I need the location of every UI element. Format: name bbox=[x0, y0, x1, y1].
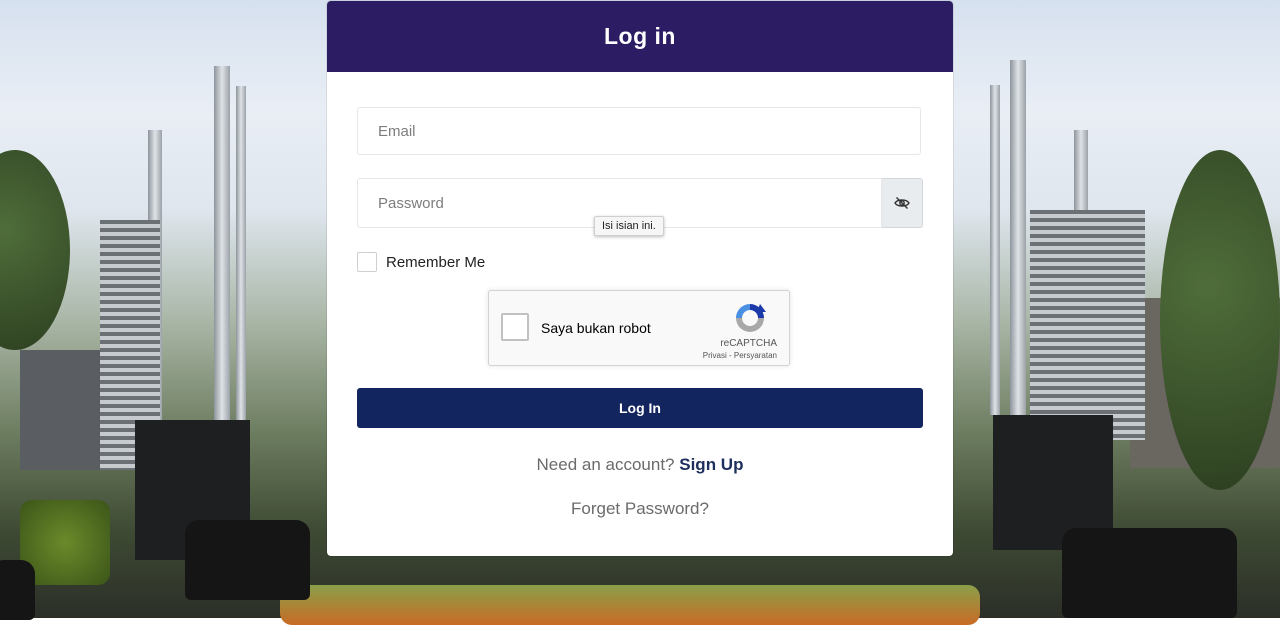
login-header: Log in bbox=[327, 1, 953, 72]
email-input[interactable] bbox=[357, 107, 921, 155]
login-card: Log in Isi isian ini. Remember Me Saya b… bbox=[327, 1, 953, 556]
car-left bbox=[185, 520, 310, 600]
car-left-edge bbox=[0, 560, 35, 620]
recaptcha-links[interactable]: Privasi - Persyaratan bbox=[703, 351, 777, 360]
tower-left-3 bbox=[236, 86, 246, 426]
validation-tooltip: Isi isian ini. bbox=[594, 216, 664, 236]
building-left bbox=[20, 350, 110, 470]
login-button[interactable]: Log In bbox=[357, 388, 923, 428]
tower-right-1 bbox=[1010, 60, 1026, 420]
forgot-password-link[interactable]: Forget Password? bbox=[327, 499, 953, 519]
car-right bbox=[1062, 528, 1237, 618]
remember-me[interactable]: Remember Me bbox=[357, 252, 485, 272]
remember-checkbox[interactable] bbox=[357, 252, 377, 272]
tower-left-2 bbox=[214, 66, 230, 426]
remember-label: Remember Me bbox=[386, 253, 486, 271]
toggle-password-button[interactable] bbox=[882, 178, 923, 228]
recaptcha-logo-icon bbox=[736, 304, 766, 332]
recaptcha-label: Saya bukan robot bbox=[541, 320, 651, 336]
tree-right bbox=[1160, 150, 1280, 490]
signup-link[interactable]: Sign Up bbox=[679, 455, 743, 474]
tower-right-slats bbox=[1030, 210, 1145, 440]
tree-left bbox=[0, 150, 70, 350]
login-title: Log in bbox=[604, 23, 676, 49]
recaptcha-checkbox[interactable] bbox=[501, 313, 529, 341]
hedge-center bbox=[280, 585, 980, 625]
signup-line: Need an account? Sign Up bbox=[327, 455, 953, 475]
recaptcha-widget: Saya bukan robot reCAPTCHA Privasi - Per… bbox=[488, 290, 790, 366]
signup-prompt: Need an account? bbox=[536, 455, 675, 474]
recaptcha-brand: reCAPTCHA bbox=[720, 338, 777, 349]
tower-right-3 bbox=[990, 85, 1000, 415]
eye-off-icon bbox=[894, 197, 910, 209]
